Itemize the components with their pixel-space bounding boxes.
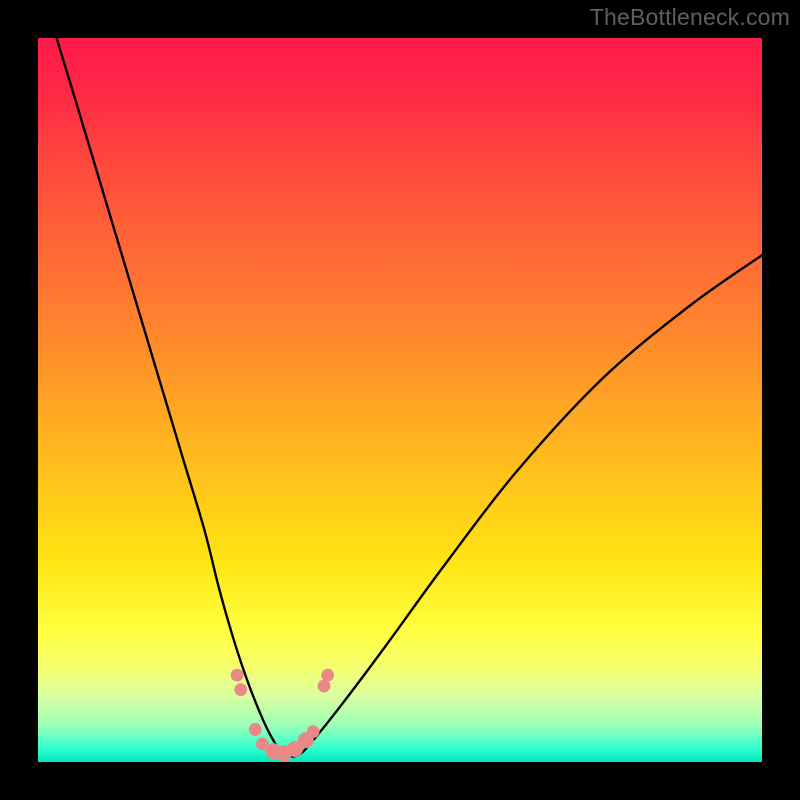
curve-marker <box>318 680 331 693</box>
curve-marker <box>321 669 334 682</box>
bottleneck-curve-path <box>38 0 762 757</box>
chart-frame: TheBottleneck.com <box>0 0 800 800</box>
curve-marker <box>234 683 247 696</box>
curve-marker <box>231 669 244 682</box>
bottleneck-curve-svg <box>38 38 762 762</box>
curve-marker <box>249 723 262 736</box>
curve-marker <box>307 725 320 738</box>
watermark-text: TheBottleneck.com <box>590 4 790 31</box>
plot-area <box>38 38 762 762</box>
curve-markers <box>231 669 334 762</box>
